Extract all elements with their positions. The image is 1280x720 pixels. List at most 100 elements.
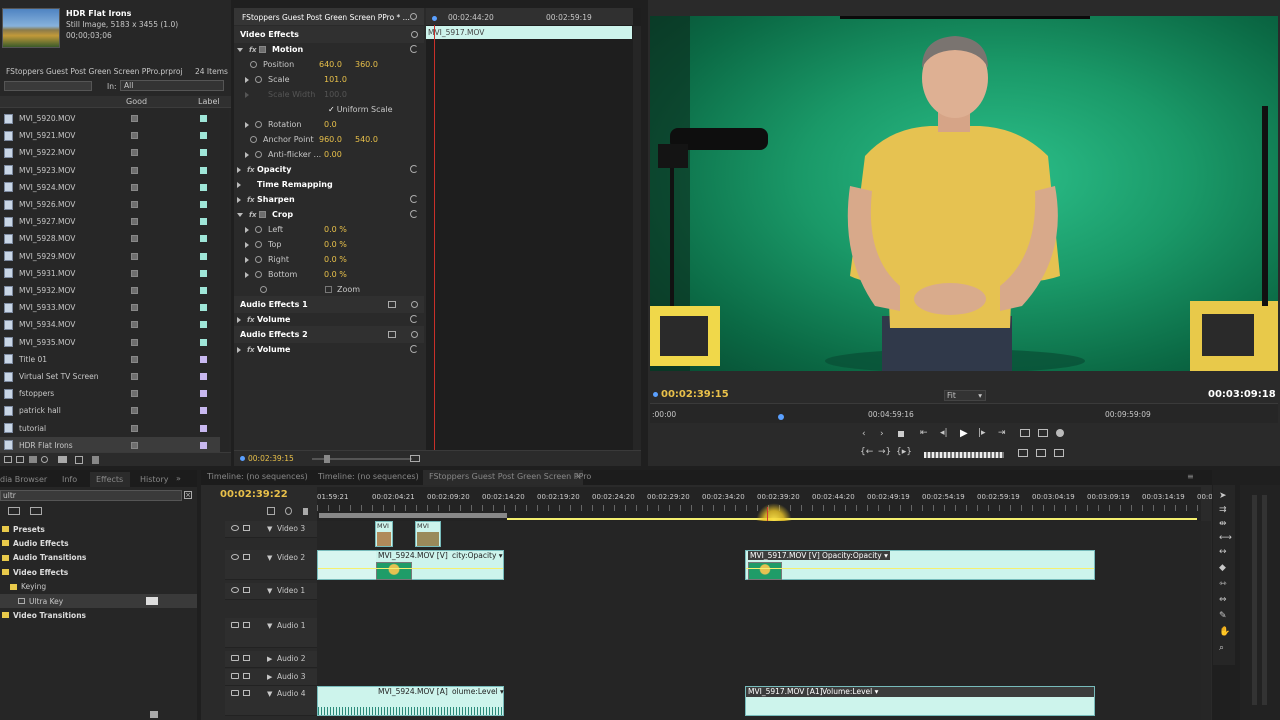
v3-clip-1[interactable]: MVI	[375, 521, 393, 547]
timeline-menu-icon[interactable]: ≡	[1187, 472, 1194, 481]
add-marker-icon-timeline[interactable]	[303, 508, 308, 515]
expand-track-icon[interactable]: ▼	[267, 622, 272, 630]
time-remapping-expand-icon[interactable]	[237, 181, 241, 188]
audio-effects-2-icon[interactable]	[388, 331, 396, 338]
tab-timeline-2[interactable]: Timeline: (no sequences)	[318, 472, 419, 481]
a4-clip-mvi5924[interactable]: MVI_5924.MOV [A] olume:Level ▾	[317, 686, 504, 716]
label-color-swatch[interactable]	[200, 441, 207, 449]
project-item[interactable]: MVI_5926.MOV	[0, 196, 220, 213]
project-item[interactable]: MVI_5924.MOV	[0, 179, 220, 196]
label-color-swatch[interactable]	[200, 218, 207, 226]
rate-stretch-tool-icon[interactable]: ↔	[1219, 547, 1227, 557]
good-checkbox[interactable]	[131, 407, 138, 415]
volume-1-reset-icon[interactable]	[410, 315, 418, 323]
label-color-swatch[interactable]	[200, 269, 207, 277]
label-color-swatch[interactable]	[200, 115, 207, 122]
position-x-value[interactable]: 640.0	[319, 60, 355, 69]
track-header[interactable]: ▼ Video 3	[225, 521, 317, 538]
effects-folder[interactable]: Presets	[0, 522, 197, 536]
ec-scrollbar[interactable]	[633, 26, 641, 456]
label-color-swatch[interactable]	[200, 355, 207, 363]
speaker-icon[interactable]	[231, 673, 239, 679]
track-header[interactable]: ▼ Video 1	[225, 583, 317, 600]
project-item[interactable]: MVI_5932.MOV	[0, 282, 220, 299]
snap-icon[interactable]	[267, 507, 275, 515]
label-color-swatch[interactable]	[200, 338, 207, 346]
lock-icon[interactable]	[243, 655, 250, 661]
slip-tool-icon[interactable]: ⇿	[1219, 579, 1227, 589]
col-good-header[interactable]: Good	[126, 97, 147, 106]
label-color-swatch[interactable]	[200, 321, 207, 329]
lock-icon[interactable]	[243, 673, 250, 679]
volume-1-expand-icon[interactable]	[237, 316, 241, 323]
ec-playhead-marker[interactable]	[432, 16, 437, 21]
track-header[interactable]: ▼ Video 2	[225, 550, 317, 580]
zoom-tool-icon[interactable]: ⌕	[1219, 643, 1224, 653]
volume-2-row[interactable]: fx Volume	[234, 341, 424, 358]
label-color-swatch[interactable]	[200, 304, 207, 312]
label-color-swatch[interactable]	[200, 201, 207, 208]
search-field[interactable]	[4, 81, 92, 91]
col-label-header[interactable]: Label	[198, 97, 220, 106]
tab-sequence[interactable]: FStoppers Guest Post Green Screen PPro	[429, 472, 591, 481]
speaker-icon[interactable]	[231, 690, 239, 696]
tab-timeline-1[interactable]: Timeline: (no sequences)	[207, 472, 308, 481]
fit-dropdown[interactable]: Fit ▾	[944, 390, 986, 401]
good-checkbox[interactable]	[131, 269, 138, 277]
effects-folder[interactable]: Keying	[0, 580, 197, 594]
project-item[interactable]: MVI_5923.MOV	[0, 162, 220, 179]
tabs-overflow-icon[interactable]: »	[176, 474, 181, 483]
add-marker-icon[interactable]	[898, 431, 904, 437]
label-color-swatch[interactable]	[200, 132, 207, 140]
safe-margins-icon[interactable]	[1038, 429, 1048, 437]
project-item[interactable]: MVI_5928.MOV	[0, 230, 220, 247]
sharpen-reset-icon[interactable]	[410, 195, 418, 203]
find-icon[interactable]	[41, 456, 48, 463]
program-current-timecode[interactable]: 00:02:39:15	[661, 389, 729, 400]
accelerated-effects-icon[interactable]	[8, 507, 20, 515]
project-item[interactable]: MVI_5931.MOV	[0, 265, 220, 282]
project-item[interactable]: MVI_5927.MOV	[0, 213, 220, 230]
good-checkbox[interactable]	[131, 321, 138, 329]
label-color-swatch[interactable]	[200, 252, 207, 260]
uniform-scale-checkbox[interactable]: ✓	[328, 105, 335, 114]
ec-footer-timecode[interactable]: 00:02:39:15	[248, 454, 294, 463]
good-checkbox[interactable]	[131, 115, 138, 122]
v3-clip-2[interactable]: MVI	[415, 521, 441, 547]
crop-right-stopwatch-icon[interactable]	[255, 256, 262, 263]
volume-2-expand-icon[interactable]	[237, 346, 241, 353]
go-to-in-icon[interactable]: ⇤	[920, 428, 928, 438]
good-checkbox[interactable]	[131, 287, 138, 294]
eye-icon[interactable]	[231, 525, 239, 531]
icon-view-icon[interactable]	[16, 456, 24, 463]
good-checkbox[interactable]	[131, 201, 138, 208]
tab-history[interactable]: History	[140, 475, 168, 484]
crop-expand-icon[interactable]	[237, 212, 243, 217]
lock-icon[interactable]	[243, 554, 250, 560]
position-y-value[interactable]: 360.0	[355, 60, 378, 69]
project-item[interactable]: MVI_5922.MOV	[0, 144, 220, 161]
scale-stopwatch-icon[interactable]	[255, 76, 262, 83]
automate-icon[interactable]	[29, 456, 37, 463]
shuttle-left-icon[interactable]: {←	[860, 447, 873, 457]
export-frame-icon[interactable]	[1054, 449, 1064, 457]
label-color-swatch[interactable]	[200, 235, 207, 243]
anchor-x-value[interactable]: 960.0	[319, 135, 355, 144]
good-checkbox[interactable]	[131, 390, 138, 398]
panel-menu-icon[interactable]	[410, 13, 417, 20]
tab-media-browser[interactable]: dia Browser	[0, 475, 47, 484]
antiflicker-value[interactable]: 0.00	[324, 150, 342, 159]
ec-loop-icon[interactable]	[410, 455, 420, 462]
good-checkbox[interactable]	[131, 373, 138, 380]
project-item[interactable]: Title 01	[0, 351, 220, 368]
good-checkbox[interactable]	[131, 166, 138, 174]
track-header[interactable]: ▼ Audio 1	[225, 618, 317, 648]
go-to-out-icon[interactable]: ⇥	[998, 428, 1006, 438]
timeline-current-timecode[interactable]: 00:02:39:22	[220, 489, 288, 500]
speaker-icon[interactable]	[231, 655, 239, 661]
crop-bottom-expand-icon[interactable]	[245, 271, 249, 278]
lock-icon[interactable]	[243, 525, 250, 531]
project-scrollbar[interactable]	[220, 110, 229, 452]
32bit-effects-icon[interactable]	[30, 507, 42, 515]
ec-clip-bar[interactable]: MVI_5917.MOV	[426, 26, 632, 39]
